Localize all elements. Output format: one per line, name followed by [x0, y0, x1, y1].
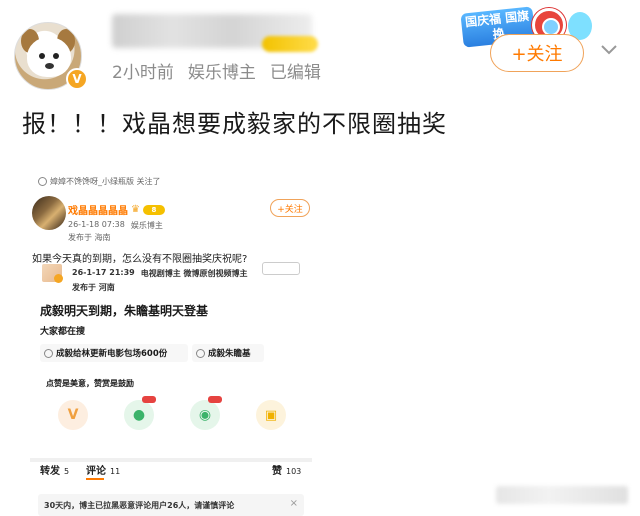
- blurred-user-tag: [262, 36, 318, 52]
- tab-repost-count: 5: [64, 467, 70, 476]
- embedded-time: 26-1-18 07:38: [68, 220, 125, 229]
- post-meta: 2小时前 娱乐博主 已编辑: [112, 58, 321, 83]
- crown-icon: ♛: [131, 204, 140, 215]
- close-icon: ×: [289, 498, 298, 509]
- tab-repost: 转发 5: [40, 462, 69, 477]
- search-tag-text: 成毅朱瞻基: [208, 349, 251, 359]
- tab-like-label: 赞: [272, 466, 282, 477]
- post-text: 报！！！戏晶想要成毅家的不限圈抽奖: [22, 110, 447, 138]
- user-icon: [38, 177, 47, 186]
- repost-line: 嫜嫜不馋馋呀_小绿瓶版 关注了: [38, 176, 161, 187]
- tab-comment: 评论 11: [86, 462, 120, 477]
- embedded-avatar: [32, 196, 66, 230]
- post-category: 娱乐博主: [187, 63, 256, 83]
- weibo-post-page: V 2小时前 娱乐博主 已编辑 国庆福 国旗换 +关注 报！！！戏晶想要成毅家的…: [0, 0, 640, 516]
- tab-repost-label: 转发: [40, 466, 60, 477]
- quoted-user-info: 电视剧博主 微博原创视频博主: [140, 269, 248, 278]
- embedded-category: 娱乐博主: [130, 221, 163, 230]
- search-tag-text: 成毅给林更新电影包场600份: [56, 349, 168, 359]
- quoted-header: 26-1-17 21:39 电视剧博主 微博原创视频博主: [72, 268, 248, 279]
- quoted-location: 发布于 河南: [72, 283, 115, 292]
- wechat-icon: ●: [124, 396, 156, 430]
- search-tag: 成毅给林更新电影包场600份: [40, 344, 188, 362]
- quoted-follow-button: [262, 262, 300, 275]
- save-icon: ▣: [256, 400, 286, 430]
- embedded-meta: 26-1-18 07:38 娱乐博主: [68, 220, 163, 231]
- level-badge: 8: [142, 204, 165, 215]
- embedded-post-text: 如果今天真的到期，怎么没有不限圈抽奖庆祝呢?: [32, 254, 248, 265]
- embedded-screenshot: 嫜嫜不馋馋呀_小绿瓶版 关注了 戏晶晶晶晶晶 ♛ 8 26-1-18 07:38…: [30, 166, 312, 516]
- post-edited[interactable]: 已编辑: [270, 58, 321, 83]
- tab-like: 赞 103: [272, 462, 301, 477]
- watermark: [496, 486, 628, 504]
- comment-notice-text: 30天内，博主已拉黑恶意评论用户26人，请谨慎评论: [44, 500, 235, 510]
- quoted-title: 成毅明天到期，朱瞻基明天登基: [40, 304, 209, 318]
- quoted-post: 26-1-17 21:39 电视剧博主 微博原创视频博主 发布于 河南 成毅明天…: [36, 262, 306, 460]
- like-note: 点赞是美意，赞赏是鼓励: [46, 379, 134, 388]
- embedded-location: 发布于 海南: [68, 233, 111, 242]
- interaction-tabs: 转发 5 评论 11 赞 103: [30, 462, 312, 480]
- embedded-username-text: 戏晶晶晶晶晶: [68, 206, 128, 217]
- comment-notice: 30天内，博主已拉黑恶意评论用户26人，请谨慎评论 ×: [38, 494, 304, 516]
- tab-comment-label: 评论: [86, 466, 106, 477]
- action-icons: V ● ◉ ▣: [36, 396, 306, 440]
- tab-like-count: 103: [286, 467, 302, 476]
- search-label: 大家都在搜: [40, 327, 86, 337]
- reward-icon: V: [58, 400, 88, 430]
- verified-badge-icon: [54, 274, 63, 283]
- post-time: 2小时前: [112, 63, 174, 83]
- search-icon: [44, 348, 53, 358]
- tab-underline: [86, 478, 104, 480]
- quoted-time: 26-1-17 21:39: [72, 268, 135, 277]
- search-icon: [196, 348, 205, 358]
- verified-badge-icon: V: [66, 68, 88, 90]
- embedded-follow-button: +关注: [270, 199, 310, 217]
- tab-comment-count: 11: [110, 467, 121, 476]
- chevron-down-icon[interactable]: [598, 38, 620, 60]
- embedded-username: 戏晶晶晶晶晶 ♛ 8: [68, 202, 165, 217]
- follow-button[interactable]: +关注: [490, 34, 584, 72]
- moments-icon: ◉: [190, 396, 222, 430]
- search-tag: 成毅朱瞻基: [192, 344, 264, 362]
- repost-line-text: 嫜嫜不馋馋呀_小绿瓶版 关注了: [50, 177, 161, 186]
